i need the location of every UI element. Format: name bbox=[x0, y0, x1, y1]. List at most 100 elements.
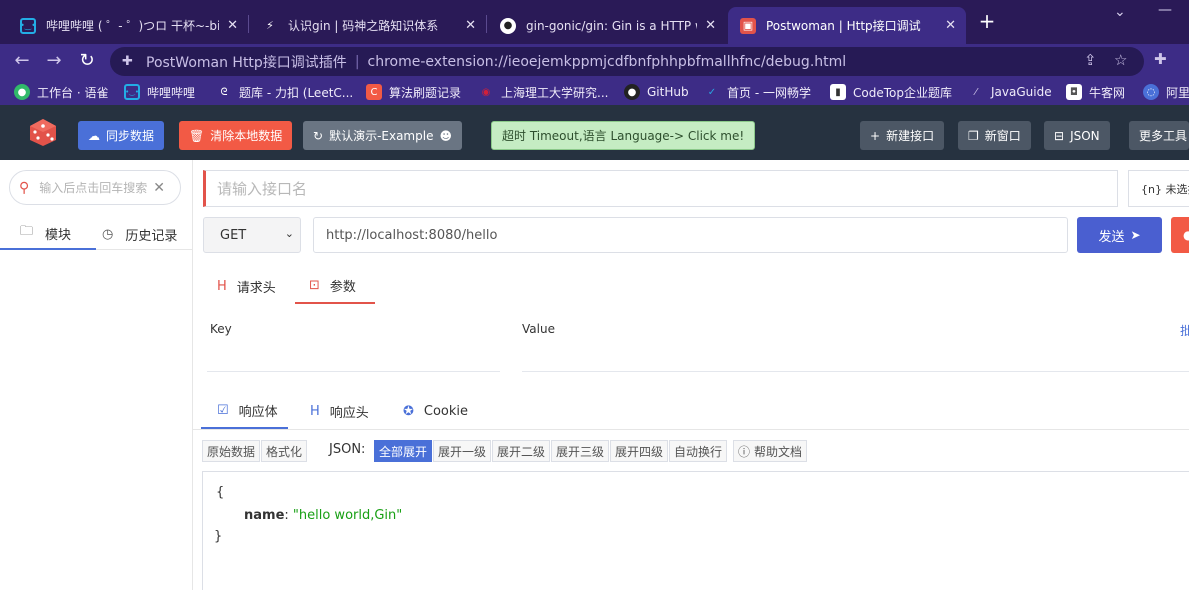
plus-icon: + bbox=[870, 128, 881, 143]
close-icon[interactable]: ✕ bbox=[227, 18, 238, 33]
close-icon[interactable]: ✕ bbox=[465, 18, 476, 33]
leetcode-icon: ᘓ bbox=[220, 86, 228, 98]
clear-local-data-button[interactable]: 🗑 清除本地数据 bbox=[179, 121, 293, 150]
tab-params[interactable]: ⊡ 参数 bbox=[295, 268, 375, 304]
default-demo-button[interactable]: ↻ 默认演示-Example ☻ bbox=[303, 121, 462, 150]
expand-level4-button[interactable]: 展开四级 bbox=[610, 440, 669, 462]
usst-icon: ◉ bbox=[481, 86, 491, 98]
share-icon[interactable]: ⇪ bbox=[1084, 51, 1097, 69]
key-column-header: Key bbox=[210, 322, 232, 336]
tab-label: Cookie bbox=[423, 404, 469, 419]
browser-tab-bilibili[interactable]: •‿• 哔哩哔哩 ( ゜- ゜)つロ 干杯~-bilibili ✕ bbox=[8, 7, 248, 44]
clock-icon: ◷ bbox=[102, 226, 114, 242]
key-input[interactable] bbox=[207, 371, 500, 372]
new-window-button[interactable]: ❐ 新窗口 bbox=[958, 121, 1031, 150]
browser-tab-gin-docs[interactable]: ⚡ 认识gin | 码神之路知识体系 ✕ bbox=[250, 7, 486, 44]
extension-icon: ✚ bbox=[122, 53, 133, 69]
tab-history[interactable]: ◷ 历史记录 bbox=[102, 218, 177, 250]
more-tools-button[interactable]: 更多工具 bbox=[1129, 121, 1189, 150]
bookmark-codetop[interactable]: ▮ CodeTop企业题库 bbox=[830, 82, 952, 102]
json-close-brace: } bbox=[214, 529, 223, 544]
save-icon-button[interactable]: ● bbox=[1171, 217, 1189, 253]
bulk-edit-link[interactable]: 批 bbox=[1180, 322, 1189, 339]
send-button[interactable]: 发送 ➤ bbox=[1077, 217, 1162, 253]
help-icon: ⓘ bbox=[738, 444, 751, 459]
address-bar[interactable]: ✚ PostWoman Http接口调试插件 | chrome-extensio… bbox=[110, 47, 1144, 76]
format-button[interactable]: 格式化 bbox=[261, 440, 308, 462]
bookmark-ali[interactable]: ◌ 阿里 bbox=[1143, 82, 1189, 102]
bookmarks-bar: ● 工作台 · 语雀 •‿• 哔哩哔哩 ᘓ 题库 - 力扣 (LeetC... C 算法… bbox=[0, 78, 1189, 105]
expand-all-button[interactable]: 全部展开 bbox=[374, 440, 433, 462]
close-icon[interactable]: ✕ bbox=[705, 18, 716, 33]
chevron-down-icon[interactable]: ⌄ bbox=[1114, 4, 1126, 20]
tab-title: 认识gin | 码神之路知识体系 bbox=[288, 19, 439, 33]
api-name-input[interactable] bbox=[217, 179, 1097, 198]
tab-cookie[interactable]: ✪ Cookie bbox=[403, 394, 468, 429]
header-icon: H bbox=[310, 404, 320, 419]
refresh-icon: ↻ bbox=[313, 128, 324, 143]
sidebar-search: ⚲ ✕ bbox=[9, 170, 181, 205]
button-label: 发送 bbox=[1098, 229, 1125, 245]
button-label: 清除本地数据 bbox=[210, 129, 283, 143]
star-icon[interactable]: ☆ bbox=[1114, 51, 1127, 69]
bookmark-usst[interactable]: ◉ 上海理工大学研究... bbox=[478, 82, 609, 102]
bookmark-label: 上海理工大学研究... bbox=[501, 85, 609, 100]
bookmark-yiwang[interactable]: ✓ 首页 - 一网畅学 bbox=[704, 82, 811, 102]
new-api-button[interactable]: + 新建接口 bbox=[860, 121, 945, 150]
bookmark-github[interactable]: ● GitHub bbox=[624, 82, 689, 102]
env-select[interactable]: {n} 未选择 bbox=[1128, 170, 1189, 207]
browser-tab-postwoman[interactable]: ▣ Postwoman | Http接口调试 ✕ bbox=[728, 7, 966, 44]
github-icon: ● bbox=[624, 84, 640, 100]
expand-level1-button[interactable]: 展开一级 bbox=[433, 440, 492, 462]
button-label: 超时 Timeout,语言 Language-> Click me! bbox=[502, 129, 745, 143]
sync-data-button[interactable]: ☁ 同步数据 bbox=[78, 121, 165, 150]
dice-logo-icon[interactable] bbox=[28, 117, 58, 147]
extensions-puzzle-icon[interactable]: ✚ bbox=[1154, 50, 1167, 68]
timeout-language-button[interactable]: 超时 Timeout,语言 Language-> Click me! bbox=[491, 121, 756, 150]
codetop-icon: ▮ bbox=[830, 84, 846, 100]
close-icon[interactable]: ✕ bbox=[945, 18, 956, 33]
bookmark-yuque[interactable]: ● 工作台 · 语雀 bbox=[14, 82, 108, 102]
new-tab-icon[interactable]: + bbox=[976, 10, 998, 32]
github-icon: ● bbox=[500, 17, 516, 34]
window-icon: ❐ bbox=[968, 128, 979, 143]
back-icon[interactable]: ← bbox=[11, 50, 33, 72]
tab-response-body[interactable]: ☑ 响应体 bbox=[201, 394, 288, 429]
bookmark-algo-records[interactable]: C 算法刷题记录 bbox=[366, 82, 461, 102]
clear-icon[interactable]: ✕ bbox=[153, 180, 165, 196]
bookmark-label: CodeTop企业题库 bbox=[853, 85, 952, 100]
button-label: JSON bbox=[1070, 128, 1100, 143]
api-name-field bbox=[203, 170, 1118, 207]
bookmark-label: 工作台 · 语雀 bbox=[37, 85, 109, 100]
json-icon: ⊟ bbox=[1054, 128, 1065, 143]
bookmark-javaguide[interactable]: ⁄ JavaGuide bbox=[968, 82, 1051, 102]
forward-icon[interactable]: → bbox=[43, 50, 65, 72]
browser-tab-github[interactable]: ● gin-gonic/gin: Gin is a HTTP web frame… bbox=[488, 7, 726, 44]
request-tabs: H 请求头 ⊡ 参数 bbox=[203, 268, 1189, 304]
bilibili-icon: •‿• bbox=[20, 17, 36, 34]
expand-level3-button[interactable]: 展开三级 bbox=[551, 440, 610, 462]
help-docs-button[interactable]: ⓘ 帮助文档 bbox=[733, 440, 808, 462]
page-url: chrome-extension://ieoejemkppmjcdfbnfphh… bbox=[367, 53, 847, 70]
tab-response-headers[interactable]: H 响应头 bbox=[310, 394, 369, 429]
nowcoder-icon: ◘ bbox=[1066, 84, 1082, 100]
bookmark-label: 首页 - 一网畅学 bbox=[727, 85, 811, 100]
sidebar: ⚲ ✕ 🗀 模块 ◷ 历史记录 bbox=[0, 160, 193, 590]
url-input[interactable]: http://localhost:8080/hello bbox=[313, 217, 1068, 253]
tab-label: 响应体 bbox=[238, 405, 278, 420]
method-select[interactable]: GET ⌄ bbox=[203, 217, 301, 253]
minimize-icon[interactable]: — bbox=[1158, 2, 1172, 18]
tab-modules[interactable]: 🗀 模块 bbox=[0, 218, 96, 250]
reload-icon[interactable]: ↻ bbox=[76, 50, 98, 72]
raw-data-button[interactable]: 原始数据 bbox=[202, 440, 261, 462]
word-wrap-button[interactable]: 自动换行 bbox=[669, 440, 728, 462]
bookmark-leetcode[interactable]: ᘓ 题库 - 力扣 (LeetC... bbox=[216, 82, 353, 102]
search-input[interactable] bbox=[39, 180, 150, 195]
value-input[interactable] bbox=[522, 371, 1189, 372]
expand-level2-button[interactable]: 展开二级 bbox=[492, 440, 551, 462]
json-button[interactable]: ⊟ JSON bbox=[1044, 121, 1110, 150]
bookmark-nowcoder[interactable]: ◘ 牛客网 bbox=[1066, 82, 1125, 102]
tab-request-headers[interactable]: H 请求头 bbox=[217, 268, 276, 304]
bookmark-bilibili[interactable]: •‿• 哔哩哔哩 bbox=[124, 82, 195, 102]
button-label: 新窗口 bbox=[984, 129, 1021, 143]
